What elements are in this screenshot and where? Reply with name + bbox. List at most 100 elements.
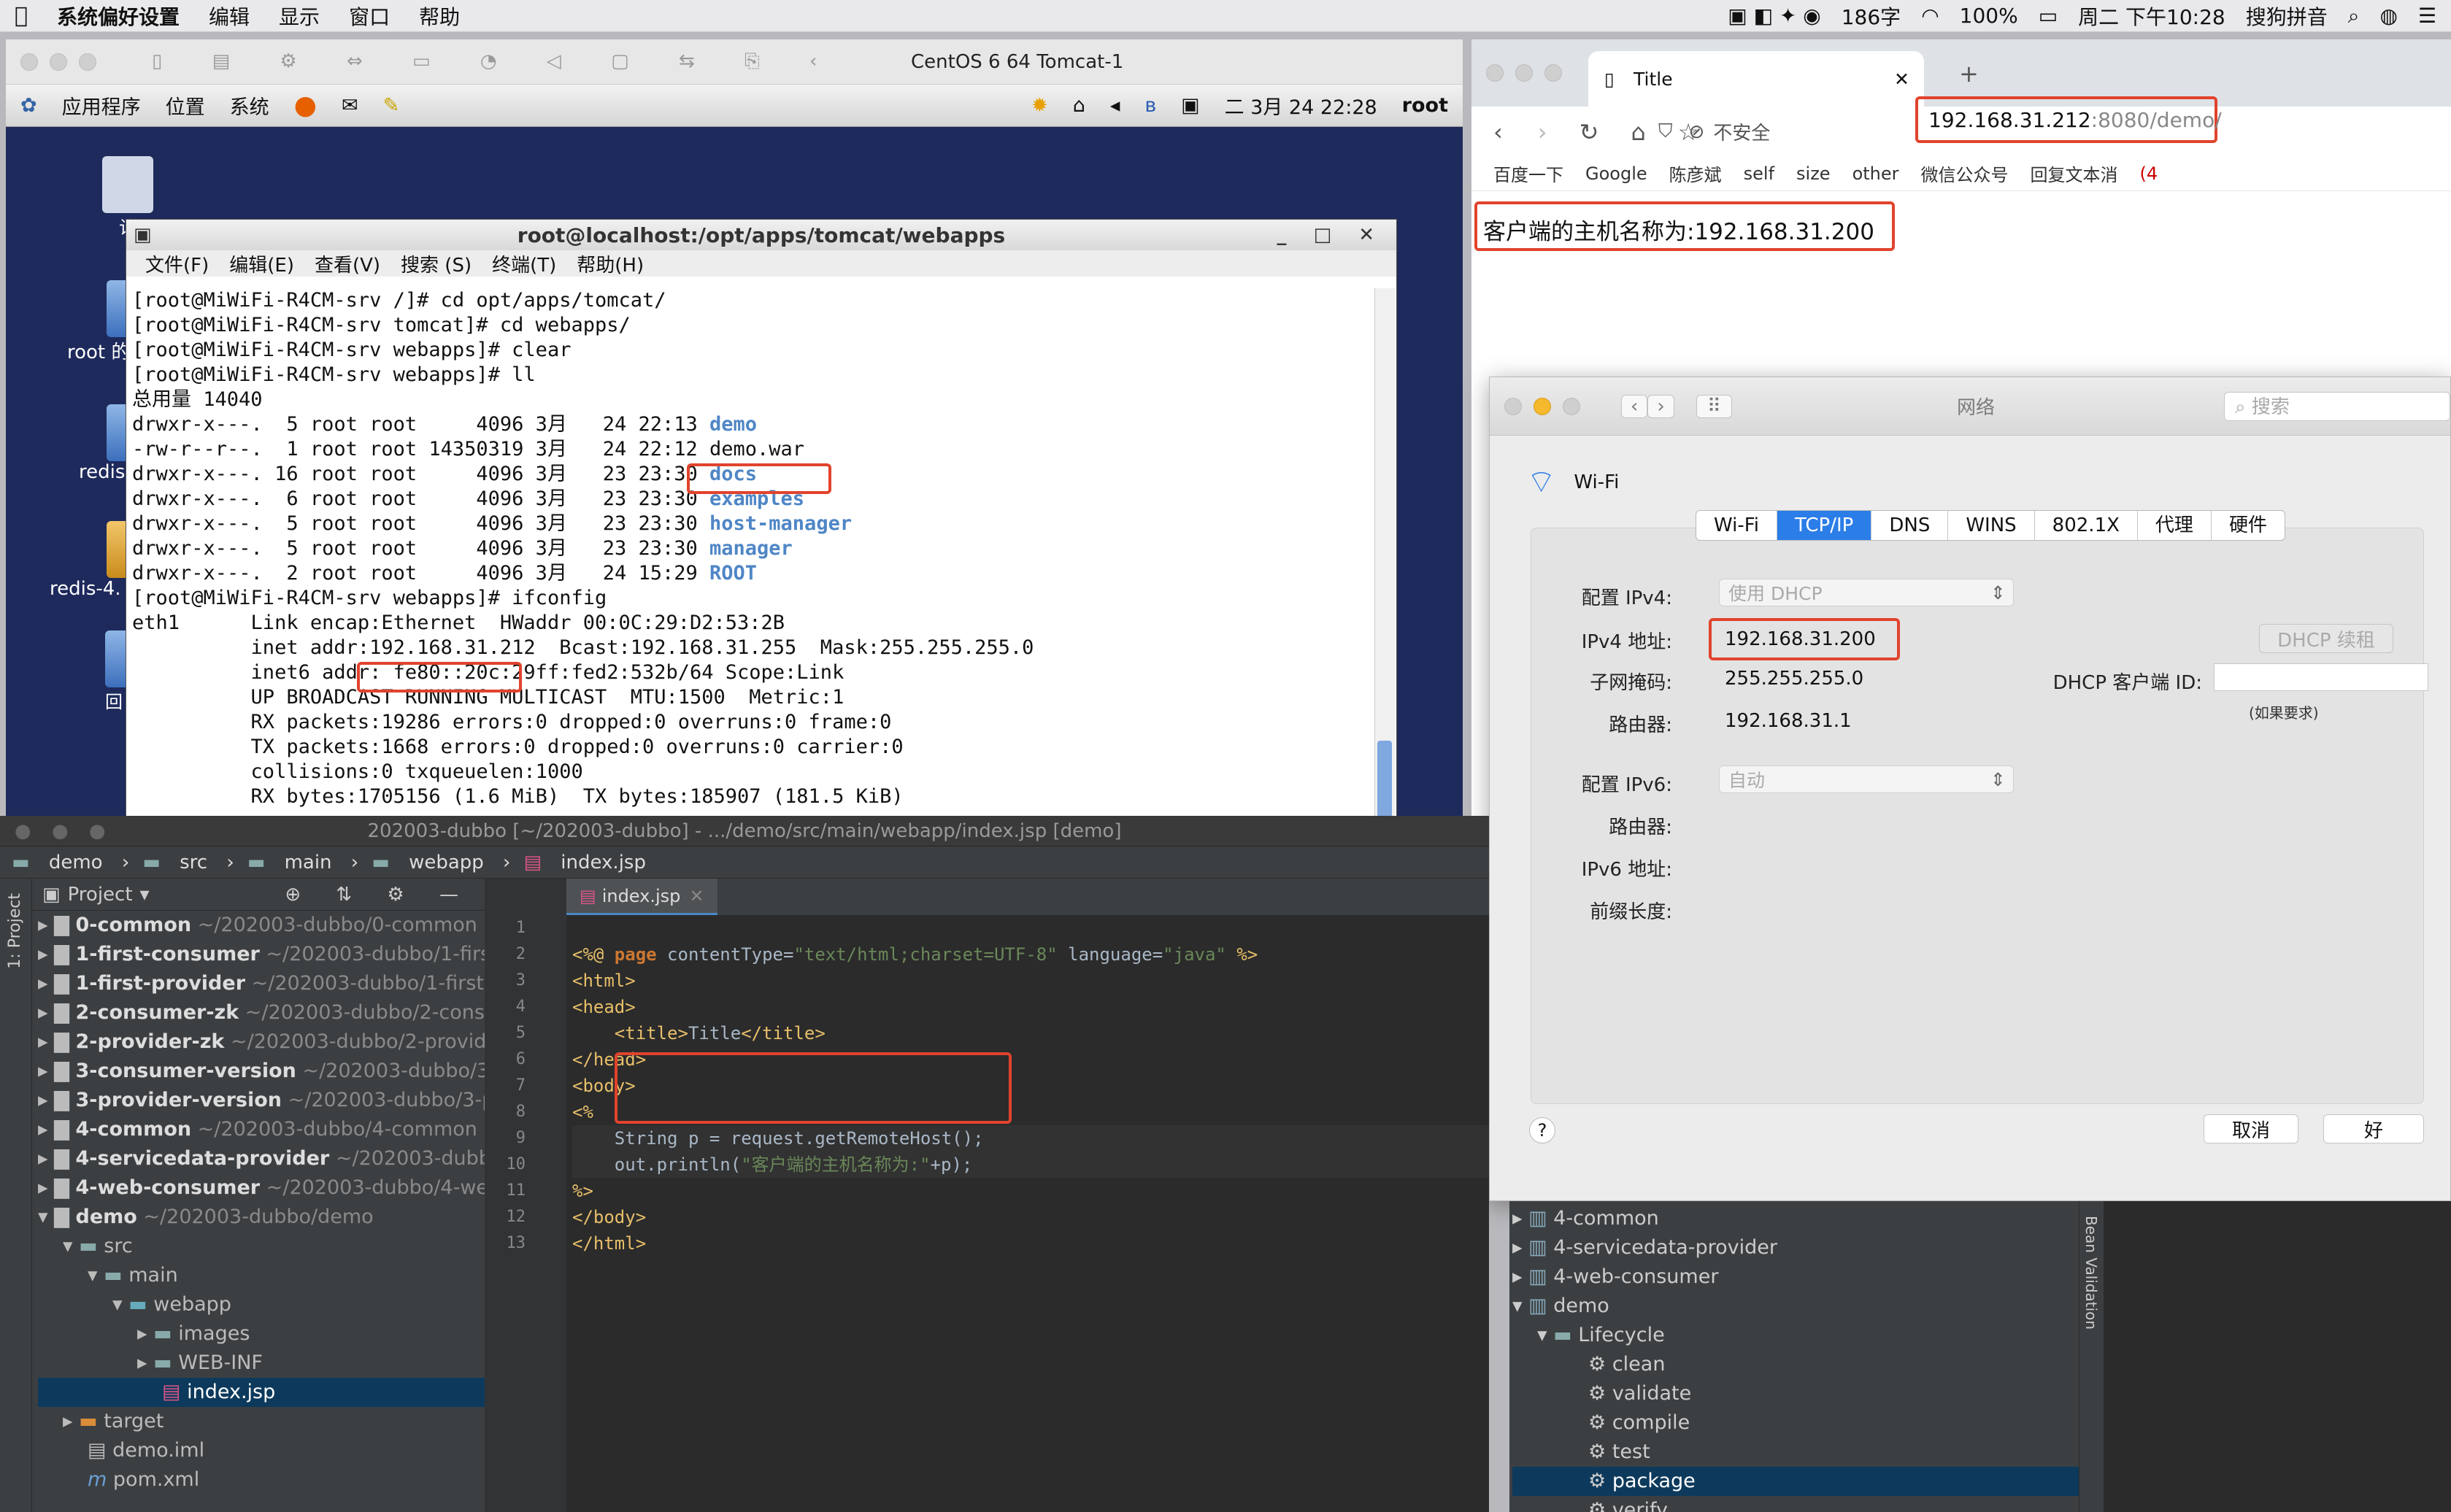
gnome-foot-icon[interactable]: ✿ (20, 94, 37, 117)
bookmark-chen[interactable]: 陈彦斌 (1669, 161, 1722, 186)
wifi-icon[interactable]: ◠ (1921, 4, 1939, 28)
siri-icon[interactable]: ◍ (2379, 4, 2397, 28)
tree-folder[interactable]: ▾ ▬ src (38, 1232, 485, 1261)
minimize-button[interactable] (1515, 64, 1533, 82)
bookmark-folder-self[interactable]: self (1744, 163, 1774, 184)
ide-window-controls[interactable]: ● ● ● (15, 820, 113, 842)
menu-help[interactable]: 帮助 (419, 1, 460, 31)
terminal-scrollbar[interactable] (1374, 288, 1395, 857)
terminal-menu-view[interactable]: 查看(V) (315, 250, 380, 277)
tree-module[interactable]: ▸ ▇ 2-consumer-zk ~/202003-dubbo/2-cons (38, 998, 485, 1027)
terminal-menu-file[interactable]: 文件(F) (145, 250, 209, 277)
status-icons[interactable]: ▣ ◧ ✦ ◉ (1728, 4, 1821, 28)
code-editor[interactable]: ▤ index.jsp ✕ <%@ page contentType="text… (566, 879, 1489, 1512)
crumb-file[interactable]: ▤ index.jsp (523, 852, 659, 873)
security-indicator[interactable]: ⛉ ⊘ 不安全 (1658, 118, 1770, 145)
close-button[interactable] (1486, 64, 1504, 82)
update-icon[interactable]: ✹ (1031, 94, 1048, 117)
tree-module[interactable]: ▸ ▇ 0-common ~/202003-dubbo/0-common (38, 911, 485, 940)
minimize-button[interactable] (1534, 397, 1551, 415)
tree-module[interactable]: ▸ ▇ 3-provider-version ~/202003-dubbo/3-… (38, 1086, 485, 1115)
cancel-button[interactable]: 取消 (2204, 1114, 2298, 1143)
volume-icon[interactable]: ◂ (1110, 94, 1120, 117)
tab-wins[interactable]: WINS (1948, 511, 2035, 540)
word-count-status[interactable]: 186字 (1842, 1, 1901, 31)
zoom-button[interactable] (1563, 397, 1580, 415)
bookmark-folder-other[interactable]: other (1852, 163, 1899, 184)
tree-module[interactable]: ▸ ▇ 1-first-consumer ~/202003-dubbo/1-fi… (38, 940, 485, 969)
close-button[interactable] (1504, 397, 1522, 415)
editor-tab-index-jsp[interactable]: ▤ index.jsp ✕ (566, 879, 717, 915)
dhcp-renew-button[interactable]: DHCP 续租 (2259, 624, 2393, 653)
new-tab-icon[interactable]: + (1959, 60, 1979, 88)
tree-module[interactable]: ▸ ▇ 4-web-consumer ~/202003-dubbo/4-we (38, 1173, 485, 1203)
spotlight-icon[interactable]: ⌕ (2348, 4, 2360, 28)
apple-icon[interactable]:  (15, 3, 28, 28)
vm-clock[interactable]: 二 3月 24 22:28 (1225, 91, 1377, 120)
tree-file[interactable]: m pom.xml (38, 1465, 485, 1494)
mail-icon[interactable]: ✉ (342, 94, 358, 117)
clock[interactable]: 周二 下午10:28 (2078, 1, 2225, 31)
crumb-src[interactable]: ▬ src › (142, 852, 234, 873)
app-menu[interactable]: 系统偏好设置 (57, 1, 180, 31)
firefox-icon[interactable]: ● (294, 90, 317, 120)
menu-applications[interactable]: 应用程序 (62, 91, 141, 120)
tab-wifi[interactable]: Wi-Fi (1696, 511, 1778, 540)
tab-close-icon[interactable]: ✕ (1894, 69, 1909, 90)
terminal-window-controls[interactable]: _ □ ✕ (1277, 224, 1385, 246)
menu-window[interactable]: 窗口 (349, 1, 390, 31)
tree-folder[interactable]: ▸ ▬ target (38, 1407, 485, 1436)
bookmark-reply[interactable]: 回复文本消 (2031, 161, 2118, 186)
tree-folder[interactable]: ▸ ▬ WEB-INF (38, 1349, 485, 1378)
zoom-button[interactable] (1544, 64, 1562, 82)
input-method[interactable]: 搜狗拼音 (2246, 1, 2328, 31)
terminal-output[interactable]: [root@MiWiFi-R4CM-srv /]# cd opt/apps/to… (132, 288, 1366, 857)
tree-file[interactable]: ▤ demo.iml (38, 1436, 485, 1465)
tab-hardware[interactable]: 硬件 (2212, 511, 2285, 540)
help-button[interactable]: ? (1529, 1117, 1555, 1143)
config-ipv6-select[interactable]: 自动 ⇕ (1719, 765, 2014, 793)
vm-toolbar-icons[interactable]: ▯ ▤ ⚙ ⇔ ▭ ◔ ◁ ▢ ⇆ ⎘ ‹ (152, 50, 839, 73)
config-ipv4-select[interactable]: 使用 DHCP ⇕ (1719, 579, 2014, 606)
tree-module[interactable]: ▸ ▇ 1-first-provider ~/202003-dubbo/1-fi… (38, 969, 485, 998)
url-bar[interactable]: 192.168.31.212:8080/demo/ (1915, 96, 2222, 143)
bean-validation-tab[interactable]: Bean Validation (2082, 1216, 2100, 1330)
notes-icon[interactable]: ✎ (383, 94, 400, 117)
bookmark-wechat[interactable]: 微信公众号 (1921, 161, 2009, 186)
reload-icon[interactable]: ↻ (1580, 118, 1599, 146)
tab-8021x[interactable]: 802.1X (2035, 511, 2138, 540)
menu-system[interactable]: 系统 (230, 91, 269, 120)
network-icon[interactable]: ⌂ (1073, 94, 1085, 117)
tab-tcpip[interactable]: TCP/IP (1777, 511, 1872, 540)
network-search[interactable]: ⌕ 搜索 (2224, 391, 2450, 421)
terminal-menu-terminal[interactable]: 终端(T) (492, 250, 556, 277)
zoom-button[interactable] (79, 53, 96, 71)
tree-module[interactable]: ▸ ▇ 4-common ~/202003-dubbo/4-common (38, 1115, 485, 1144)
client-id-input[interactable] (2214, 663, 2428, 691)
vm-user[interactable]: root (1402, 94, 1448, 117)
crumb-main[interactable]: ▬ main › (247, 852, 358, 873)
tree-folder[interactable]: ▾ ▬ webapp (38, 1290, 485, 1319)
browser-tab[interactable]: ▯ Title ✕ (1588, 51, 1924, 107)
project-tools[interactable]: ⊕ ⇅ ⚙ — (285, 884, 473, 906)
back-button[interactable]: ‹ (1621, 394, 1648, 418)
battery-status[interactable]: 100% (1960, 4, 2018, 28)
forward-icon[interactable]: › (1538, 118, 1547, 146)
tree-file-selected[interactable]: ▤ index.jsp (38, 1378, 485, 1407)
tab-close-icon[interactable]: ✕ (689, 886, 704, 906)
close-button[interactable] (20, 53, 38, 71)
chevron-down-icon[interactable]: ▾ (140, 884, 150, 906)
notification-icon[interactable]: ☰ (2418, 4, 2436, 28)
maven-goal-selected[interactable]: ⚙ package (1512, 1467, 2082, 1496)
crumb-demo[interactable]: ▬ demo › (12, 852, 129, 873)
menu-places[interactable]: 位置 (166, 91, 205, 120)
tree-module[interactable]: ▸ ▇ 2-provider-zk ~/202003-dubbo/2-provi… (38, 1027, 485, 1057)
project-side-tab[interactable]: 1: Project (6, 893, 24, 969)
terminal-menu-search[interactable]: 搜索 (S) (401, 250, 472, 277)
bluetooth-icon[interactable]: ʙ (1144, 94, 1156, 117)
menu-view[interactable]: 显示 (279, 1, 320, 31)
bookmark-baidu[interactable]: 百度一下 (1493, 161, 1563, 186)
project-dropdown[interactable]: Project (68, 884, 133, 906)
tree-folder[interactable]: ▾ ▬ main (38, 1261, 485, 1290)
minimize-button[interactable] (50, 53, 67, 71)
